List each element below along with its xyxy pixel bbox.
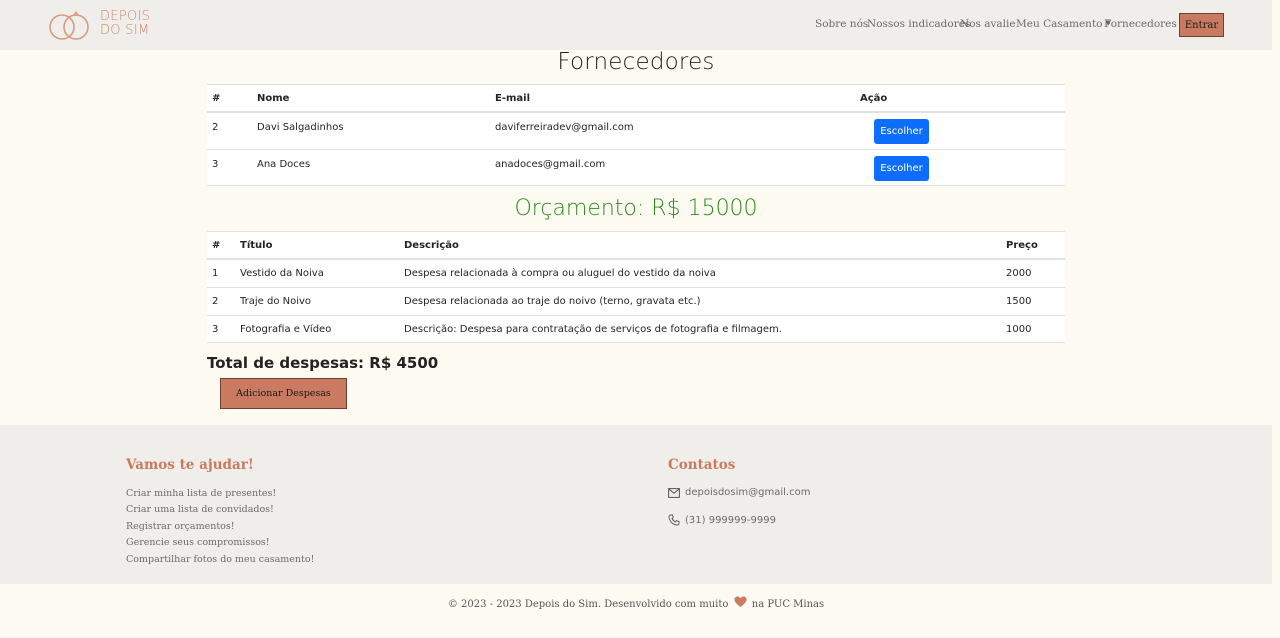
header-cell: Descrição xyxy=(404,240,459,251)
brand-line2: DO SIM xyxy=(100,23,150,38)
table-row: 2 Traje do Noivo Despesa relacionada ao … xyxy=(207,287,1065,315)
table-row: 3 Ana Doces anadoces@gmail.com Escolher xyxy=(207,149,1065,186)
brand-line1: DEPOIS xyxy=(100,9,151,24)
contact-email[interactable]: depoisdosim@gmail.com xyxy=(668,487,810,498)
table-header: # Título Descrição Preço xyxy=(207,231,1065,259)
row-email: anadoces@gmail.com xyxy=(495,159,606,170)
row-name: Davi Salgadinhos xyxy=(257,122,344,133)
row-price: 1000 xyxy=(1006,324,1032,335)
table-row: 2 Davi Salgadinhos daviferreiradev@gmail… xyxy=(207,112,1065,149)
phone-icon xyxy=(668,514,680,526)
footer-link[interactable]: Registrar orçamentos! xyxy=(126,521,235,532)
copyright: © 2023 - 2023 Depois do Sim. Desenvolvid… xyxy=(0,596,1272,610)
table-row: 3 Fotografia e Vídeo Descrição: Despesa … xyxy=(207,315,1065,343)
brand-name: DEPOIS DO SIM xyxy=(100,10,150,38)
nav-item-sobre-nos[interactable]: Sobre nós xyxy=(815,18,868,30)
header-cell: # xyxy=(212,240,221,251)
budget-title: Orçamento: R$ 15000 xyxy=(514,196,758,221)
login-button[interactable]: Entrar xyxy=(1179,13,1224,37)
table-header: # Nome E-mail Ação xyxy=(207,84,1065,112)
contact-phone[interactable]: (31) 999999-9999 xyxy=(668,514,776,526)
suppliers-title: Fornecedores xyxy=(557,49,715,75)
footer-contacts-title: Contatos xyxy=(668,457,736,473)
row-title: Fotografia e Vídeo xyxy=(240,324,332,335)
row-name: Ana Doces xyxy=(257,159,311,170)
footer-link[interactable]: Criar uma lista de convidados! xyxy=(126,504,274,515)
nav-item-meu-casamento-label: Meu Casamento xyxy=(1016,18,1103,30)
row-id: 1 xyxy=(212,268,219,279)
nav-item-fornecedores[interactable]: Fornecedores xyxy=(1104,18,1177,30)
add-expenses-button[interactable]: Adicionar Despesas xyxy=(220,378,347,409)
footer: Vamos te ajudar! Criar minha lista de pr… xyxy=(0,425,1272,584)
heart-icon xyxy=(734,596,747,607)
row-title: Traje do Noivo xyxy=(240,296,312,307)
nav-item-meu-casamento[interactable]: Meu Casamento ▼ xyxy=(1016,18,1111,30)
row-id: 3 xyxy=(212,159,219,170)
header-cell: # xyxy=(212,93,221,104)
row-id: 3 xyxy=(212,324,219,335)
header-cell: Preço xyxy=(1006,240,1038,251)
copyright-post: na PUC Minas xyxy=(751,599,825,610)
choose-supplier-button[interactable]: Escolher xyxy=(874,119,929,144)
rings-logo-icon xyxy=(49,10,89,40)
choose-supplier-button[interactable]: Escolher xyxy=(874,156,929,181)
expenses-total: Total de despesas: R$ 4500 xyxy=(207,354,439,372)
row-description: Descrição: Despesa para contratação de s… xyxy=(404,324,782,335)
copyright-pre: © 2023 - 2023 Depois do Sim. Desenvolvid… xyxy=(447,599,729,610)
row-description: Despesa relacionada ao traje do noivo (t… xyxy=(404,296,701,307)
header-cell: Título xyxy=(240,240,273,251)
header-cell: E-mail xyxy=(495,93,531,104)
envelope-icon xyxy=(668,487,680,498)
navbar: DEPOIS DO SIM Sobre nós Nossos indicador… xyxy=(0,0,1272,50)
contact-email-text: depoisdosim@gmail.com xyxy=(685,487,811,498)
row-email: daviferreiradev@gmail.com xyxy=(495,122,634,133)
footer-link[interactable]: Compartilhar fotos do meu casamento! xyxy=(126,554,314,565)
row-title: Vestido da Noiva xyxy=(240,268,324,279)
footer-help-title: Vamos te ajudar! xyxy=(126,457,254,473)
nav-item-indicadores[interactable]: Nossos indicadores xyxy=(867,18,970,30)
row-price: 2000 xyxy=(1006,268,1032,279)
row-id: 2 xyxy=(212,296,219,307)
nav-item-avalie[interactable]: Nos avalie xyxy=(960,18,1016,30)
footer-link[interactable]: Criar minha lista de presentes! xyxy=(126,488,276,499)
table-row: 1 Vestido da Noiva Despesa relacionada à… xyxy=(207,259,1065,287)
header-cell: Ação xyxy=(860,93,888,104)
row-description: Despesa relacionada à compra ou aluguel … xyxy=(404,268,716,279)
brand-logo[interactable]: DEPOIS DO SIM xyxy=(47,8,157,44)
footer-link[interactable]: Gerencie seus compromissos! xyxy=(126,537,270,548)
row-id: 2 xyxy=(212,122,219,133)
contact-phone-text: (31) 999999-9999 xyxy=(685,514,776,526)
row-price: 1500 xyxy=(1006,296,1032,307)
header-cell: Nome xyxy=(257,93,290,104)
